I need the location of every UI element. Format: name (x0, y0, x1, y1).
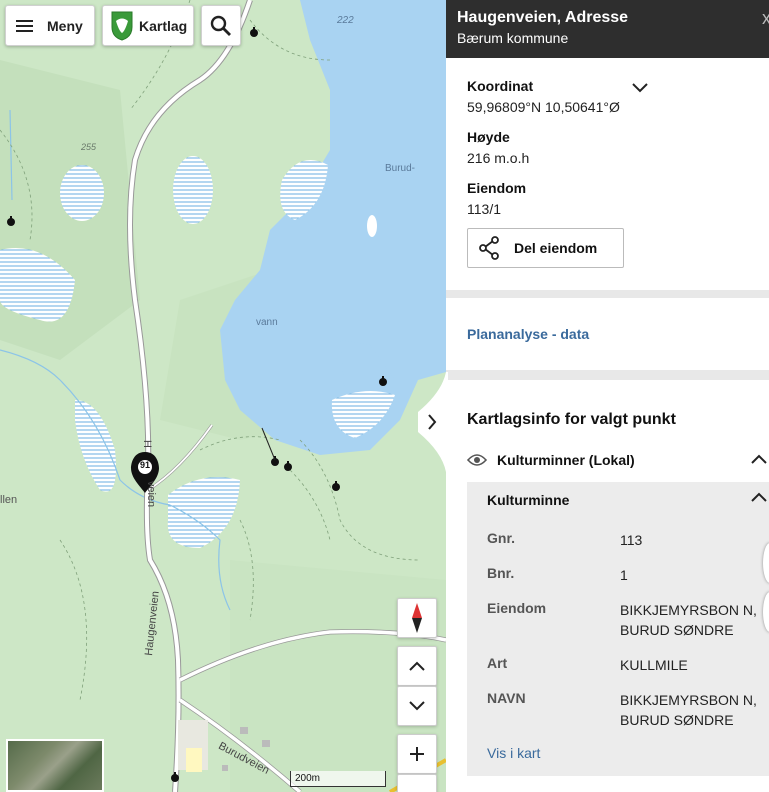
tilt-down-button[interactable] (397, 686, 437, 726)
panel-header: Haugenveien, Adresse Bærum kommune x (446, 0, 769, 58)
pin-number: 91 (140, 460, 151, 470)
layers-label: Kartlag (139, 17, 188, 34)
basemap-thumbnail[interactable] (6, 739, 104, 792)
search-icon (210, 15, 231, 36)
attribute-value: BIKKJEMYRSBON N, BURUD SØNDRE (620, 602, 757, 638)
road-label: veien (145, 480, 158, 508)
height-label: Høyde (467, 129, 510, 145)
layers-button[interactable]: Kartlag (102, 5, 194, 46)
attribute-value: 1 (620, 567, 628, 583)
attribute-value: 113 (620, 532, 643, 548)
coordinate-label: Koordinat (467, 78, 534, 94)
location-card: Koordinat 59,96809°N 10,50641°Ø Høyde 21… (446, 58, 769, 290)
map-height-label: 222 (337, 15, 354, 26)
property-label: Eiendom (467, 180, 527, 196)
chevron-up-icon[interactable] (751, 492, 767, 502)
chevron-up-icon (409, 661, 425, 671)
layer-name: Kulturminner (Lokal) (497, 452, 635, 468)
map-water-label: Burud- (385, 163, 416, 174)
panel-subtitle: Bærum kommune (457, 30, 569, 46)
show-in-map-link[interactable]: Vis i kart (487, 745, 540, 761)
height-value: 216 m.o.h (467, 150, 530, 166)
hamburger-icon (16, 17, 33, 35)
plan-analysis-link[interactable]: Plananalyse - data (467, 326, 589, 342)
attribute-key: Gnr. (487, 530, 516, 546)
share-property-button[interactable]: Del eiendom (467, 228, 624, 268)
layer-row[interactable]: Kulturminner (Lokal) (467, 452, 769, 468)
layer-info-title: Kartlagsinfo for valgt punkt (467, 411, 676, 428)
attribute-key: Bnr. (487, 565, 515, 581)
share-icon (479, 236, 499, 260)
layer-info-card: Kartlagsinfo for valgt punkt Kulturminne… (446, 380, 769, 792)
plan-analysis-card: Plananalyse - data (446, 298, 769, 370)
zoom-in-button[interactable] (397, 734, 437, 774)
panel-title: Haugenveien, Adresse (457, 9, 629, 26)
close-icon[interactable]: x (762, 8, 769, 29)
eye-icon[interactable] (467, 453, 487, 467)
map-water-label: vann (256, 317, 278, 328)
road-label: H (140, 440, 153, 448)
compass-button[interactable] (397, 598, 437, 638)
scale-bar: 200m (290, 771, 386, 787)
attribute-value: KULLMILE (620, 657, 688, 673)
municipality-shield-icon (111, 11, 133, 41)
coordinate-value: 59,96809°N 10,50641°Ø (467, 99, 620, 115)
menu-label: Meny (47, 17, 83, 34)
property-value: 113/1 (467, 201, 501, 217)
compass-icon (412, 603, 422, 633)
map-place-label: llen (0, 494, 18, 506)
attribute-key: NAVN (487, 690, 526, 706)
info-panel: Haugenveien, Adresse Bærum kommune x Koo… (446, 0, 769, 792)
island (367, 215, 377, 237)
plus-icon (410, 747, 424, 761)
attribute-value: BIKKJEMYRSBON N, BURUD SØNDRE (620, 692, 757, 728)
zoom-out-button[interactable] (397, 774, 437, 792)
panel-collapse-toggle[interactable] (416, 372, 448, 472)
attribute-key: Eiendom (487, 600, 547, 616)
menu-button[interactable]: Meny (5, 5, 95, 46)
heritage-section: Kulturminne Gnr. 113 Bnr. 1 Eiendom BIKK… (467, 482, 769, 776)
section-title: Kulturminne (487, 492, 570, 508)
chevron-down-icon[interactable] (632, 83, 648, 93)
share-label: Del eiendom (514, 240, 598, 256)
map-height-label: 255 (81, 142, 97, 152)
search-button[interactable] (201, 5, 241, 46)
chevron-up-icon[interactable] (751, 454, 767, 464)
tilt-up-button[interactable] (397, 646, 437, 686)
attribute-key: Art (487, 655, 508, 671)
chevron-down-icon (409, 701, 425, 711)
